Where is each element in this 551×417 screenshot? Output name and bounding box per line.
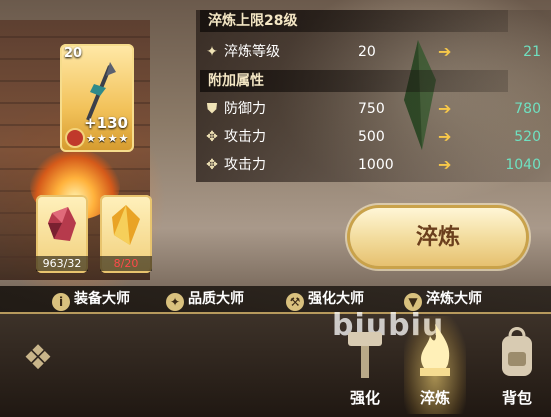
stat-current: 1000 — [358, 157, 394, 173]
masters-bar: i 装备大师 ✦ 品质大师 ⚒ 强化大师 ▼ 淬炼大师 — [0, 286, 551, 312]
master-label: 淬炼大师 — [426, 291, 482, 307]
backpack-icon — [502, 327, 532, 376]
stat-name: 防御力 — [224, 101, 266, 117]
stat-next: 1040 — [505, 157, 541, 173]
sparkle-icon: ✦ — [206, 44, 218, 60]
equipment-card[interactable]: 20 +130 ★★★★ — [60, 44, 134, 152]
arrow-right-icon: ➔ — [438, 127, 452, 146]
red-ore-icon — [48, 207, 76, 241]
stat-row-attack-2: ✥ 攻击力 1000 ➔ 1040 — [200, 153, 551, 177]
smelt-button[interactable]: 淬炼 — [350, 208, 526, 266]
master-label: 品质大师 — [188, 291, 244, 307]
tab-label: 强化 — [349, 389, 380, 407]
quality-master-button[interactable]: ✦ 品质大师 — [166, 286, 244, 312]
tab-backpack[interactable]: 背包 — [486, 316, 548, 414]
stat-next: 21 — [523, 44, 541, 60]
extra-attributes-header: 附加属性 — [200, 70, 508, 92]
star-icon: ✦ — [166, 293, 184, 311]
arrow-right-icon: ➔ — [438, 42, 452, 61]
stat-row-defense: ⛊ 防御力 750 ➔ 780 — [200, 97, 551, 121]
equipment-master-button[interactable]: i 装备大师 — [52, 286, 130, 312]
sword-icon: ✥ — [206, 157, 218, 173]
stat-next: 780 — [514, 101, 541, 117]
enhance-level: +130 — [84, 114, 128, 132]
material-count: 8/20 — [100, 256, 152, 271]
hammer-icon — [348, 332, 382, 378]
tab-enhance[interactable]: 强化 — [334, 316, 396, 414]
stat-current: 20 — [358, 44, 376, 60]
star-rating: ★★★★ — [86, 132, 130, 145]
shield-icon: ⛊ — [206, 101, 218, 117]
stat-current: 750 — [358, 101, 385, 117]
back-diamond-icon[interactable]: ❖ — [18, 338, 58, 378]
master-label: 强化大师 — [308, 291, 364, 307]
material-slot-1[interactable]: 963/32 — [36, 195, 88, 273]
stat-name: 攻击力 — [224, 157, 266, 173]
quality-seal-icon — [65, 128, 85, 148]
amber-crystal-icon — [112, 205, 140, 245]
stat-name: 淬炼等级 — [224, 44, 280, 60]
stat-row-attack-1: ✥ 攻击力 500 ➔ 520 — [200, 125, 551, 149]
material-slot-2[interactable]: 8/20 — [100, 195, 152, 273]
bottom-nav — [0, 312, 551, 417]
material-count: 963/32 — [36, 256, 88, 271]
info-icon: i — [52, 293, 70, 311]
smelt-limit-header: 淬炼上限28级 — [200, 10, 508, 32]
tab-smelt[interactable]: 淬炼 — [404, 316, 466, 414]
stat-row-smelt-level: ✦ 淬炼等级 20 ➔ 21 — [200, 40, 551, 64]
arrow-right-icon: ➔ — [438, 99, 452, 118]
flame-icon — [420, 324, 450, 376]
arrow-right-icon: ➔ — [438, 155, 452, 174]
stat-next: 520 — [514, 129, 541, 145]
hammer-icon: ⚒ — [286, 293, 304, 311]
stat-name: 攻击力 — [224, 129, 266, 145]
equipment-level: 20 — [64, 46, 83, 61]
tab-label: 淬炼 — [419, 389, 450, 407]
tab-label: 背包 — [501, 389, 532, 407]
spear-icon — [86, 62, 116, 121]
master-label: 装备大师 — [74, 291, 130, 307]
sword-icon: ✥ — [206, 129, 218, 145]
stat-current: 500 — [358, 129, 385, 145]
